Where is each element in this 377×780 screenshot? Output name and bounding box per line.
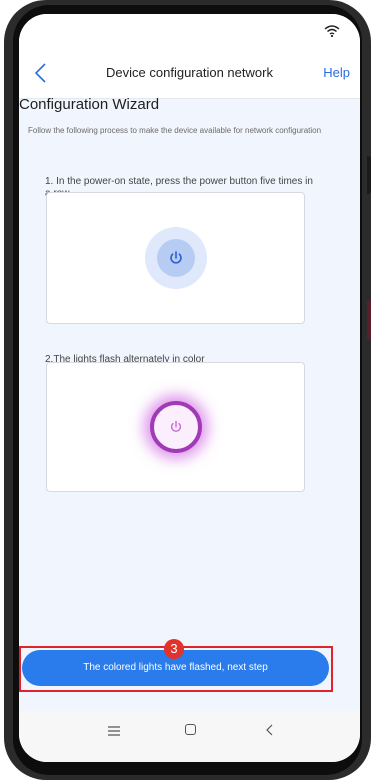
power-indicator <box>144 227 207 289</box>
menu-icon[interactable] <box>108 725 120 737</box>
power-icon <box>169 251 182 264</box>
step-badge: 3 <box>164 639 184 659</box>
step-2-card <box>46 362 305 492</box>
help-link[interactable]: Help <box>323 65 350 80</box>
wizard-title: Configuration Wizard <box>19 96 160 113</box>
system-nav-bar <box>19 711 360 762</box>
back-icon[interactable] <box>264 723 276 737</box>
status-bar <box>19 14 360 48</box>
app-screen: Device configuration network Help Config… <box>19 14 360 762</box>
nav-bar: Device configuration network Help <box>19 48 360 99</box>
volume-button <box>367 156 371 194</box>
flashing-power-indicator <box>149 401 202 453</box>
power-icon <box>170 420 181 432</box>
wizard-description: Follow the following process to make the… <box>28 126 322 135</box>
power-button <box>367 300 371 340</box>
page-title: Device configuration network <box>106 65 273 80</box>
step-1-card <box>46 192 305 324</box>
home-icon[interactable] <box>185 724 196 735</box>
wifi-icon <box>324 25 340 38</box>
